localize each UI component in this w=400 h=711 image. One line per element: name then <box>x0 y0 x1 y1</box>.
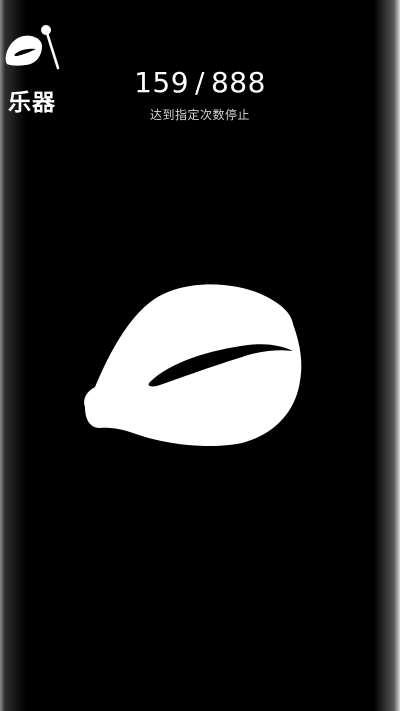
stop-hint-text: 达到指定次数停止 <box>149 108 250 122</box>
wooden-fish-tap-target[interactable] <box>80 278 306 452</box>
current-count: 159 <box>134 66 190 99</box>
target-count: 888 <box>210 66 266 99</box>
app-screen: 乐器 159/888 达到指定次数停止 <box>0 0 400 711</box>
tap-counter: 159/888 <box>0 66 400 100</box>
wooden-fish-icon <box>84 284 302 447</box>
count-separator: / <box>195 66 205 99</box>
